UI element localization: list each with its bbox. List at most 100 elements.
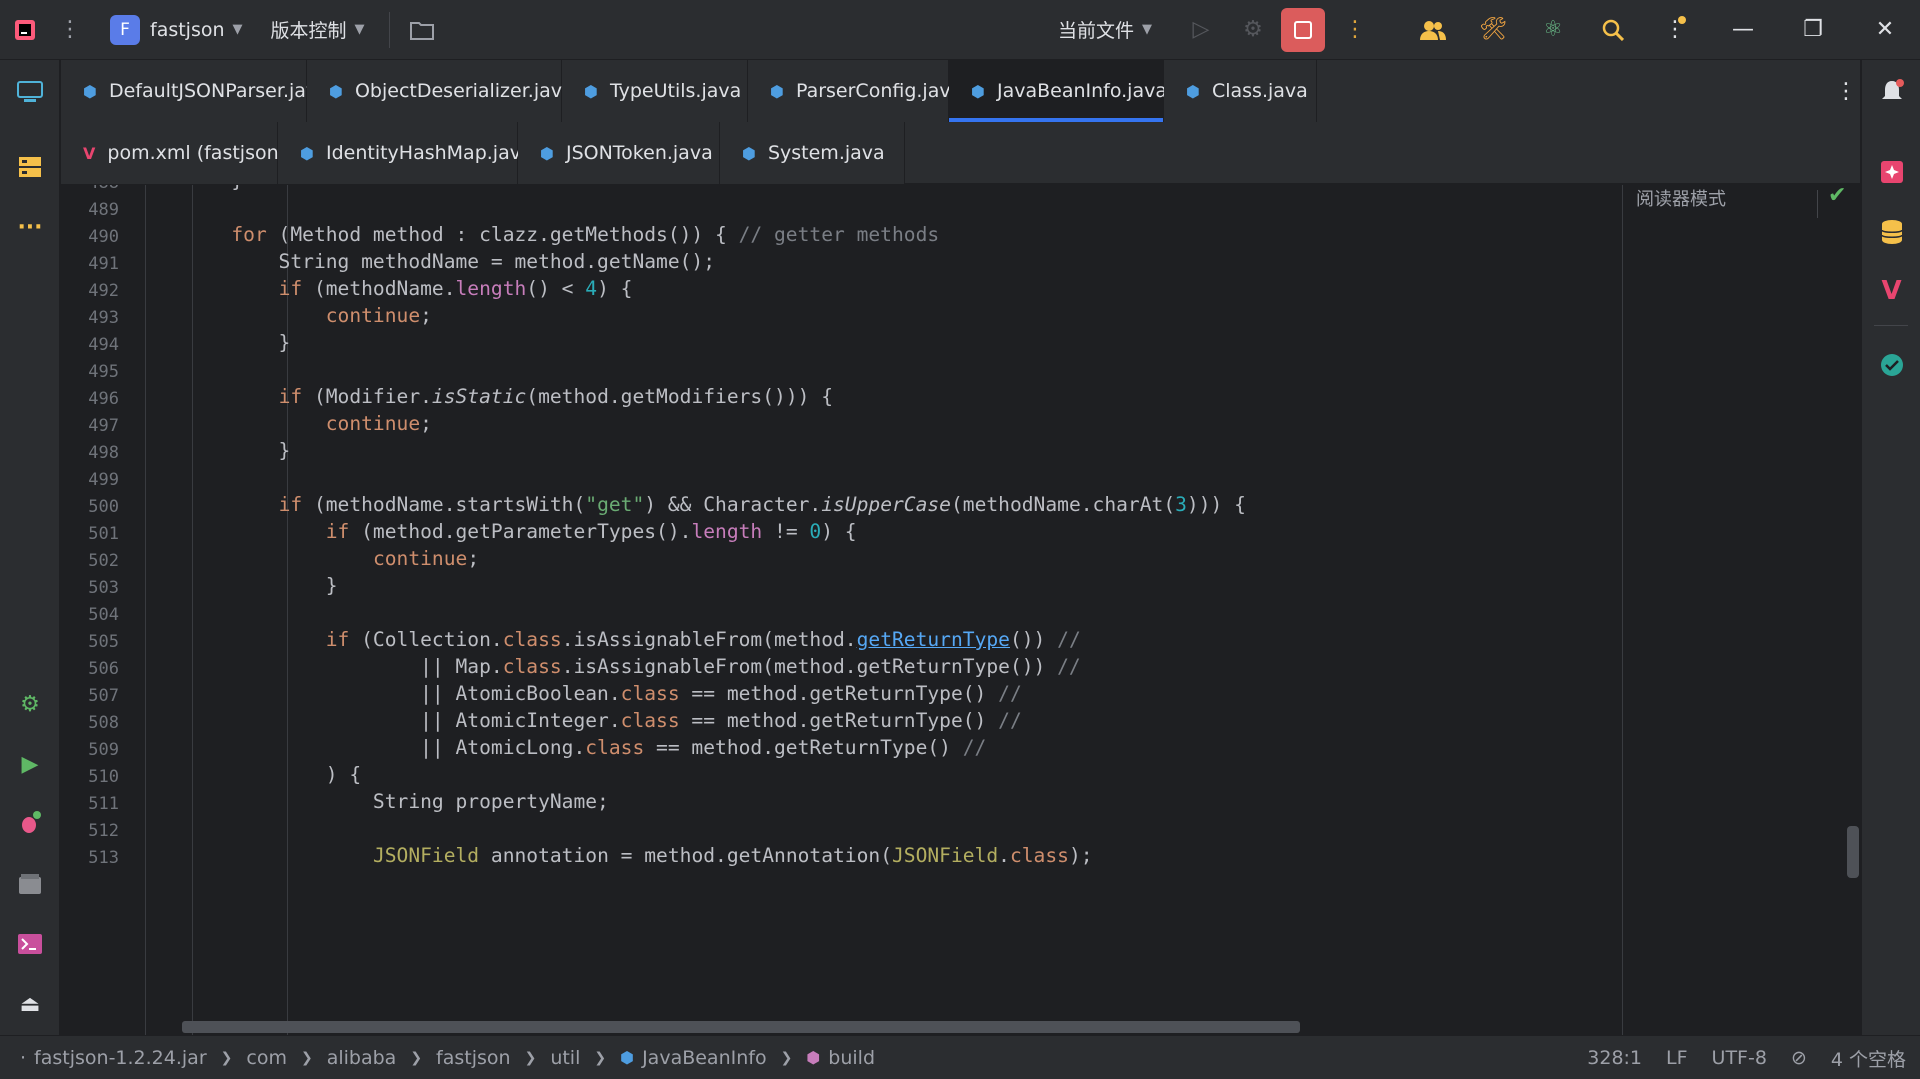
- horizontal-scrollbar[interactable]: [182, 1021, 1300, 1033]
- folder-icon[interactable]: [390, 0, 454, 60]
- indent-setting[interactable]: 4 个空格: [1831, 1045, 1906, 1072]
- chevron-right-icon: ❯: [524, 1049, 537, 1066]
- code-line[interactable]: if (Modifier.isStatic(method.getModifier…: [137, 385, 833, 408]
- bug-icon[interactable]: [0, 803, 60, 843]
- readonly-icon[interactable]: ⊘: [1791, 1047, 1807, 1069]
- class-icon: ⬢: [620, 1048, 635, 1067]
- divider: [1874, 325, 1908, 326]
- code-line[interactable]: || AtomicInteger.class == method.getRetu…: [137, 709, 1022, 732]
- run-icon[interactable]: ▷: [1174, 0, 1228, 60]
- tab-row-2: Vpom.xml (fastjson) ⬢ IdentityHashMap.java…: [61, 122, 905, 184]
- terminal-icon[interactable]: [0, 924, 60, 964]
- code-line[interactable]: }: [137, 574, 338, 597]
- breadcrumb-item[interactable]: alibaba: [327, 1047, 397, 1069]
- tab-label: JavaBeanInfo.java: [996, 80, 1167, 102]
- tab-row2-2[interactable]: ⬢ JSONToken.java: [518, 122, 720, 184]
- code-line[interactable]: ) {: [137, 763, 361, 786]
- code-editor[interactable]: 4884894904914924934944954964974984995005…: [61, 185, 1621, 1035]
- tab-label: TypeUtils.java: [609, 80, 742, 102]
- chevron-down-icon: ▼: [354, 22, 365, 37]
- more-icon[interactable]: ⋮: [1328, 0, 1382, 60]
- project-badge: F: [110, 14, 140, 45]
- vcs-menu[interactable]: 版本控制 ▼: [271, 0, 365, 60]
- tab-row1-1[interactable]: ⬢ ObjectDeserializer.java: [307, 60, 574, 122]
- code-line[interactable]: continue;: [137, 412, 432, 435]
- tab-row2-0[interactable]: Vpom.xml (fastjson): [61, 122, 286, 184]
- code-line[interactable]: if (Collection.class.isAssignableFrom(me…: [137, 628, 1081, 651]
- code-line[interactable]: String propertyName;: [137, 790, 609, 813]
- tab-label: ObjectDeserializer.java: [354, 80, 574, 102]
- breadcrumb-item[interactable]: fastjson: [436, 1047, 511, 1069]
- database-icon[interactable]: [1862, 212, 1920, 252]
- code-line[interactable]: }: [137, 185, 243, 192]
- code-area[interactable]: } for (Method method : clazz.getMethods(…: [61, 185, 1621, 1035]
- breadcrumb-item[interactable]: fastjson-1.2.24.jar: [34, 1047, 207, 1069]
- bell-icon[interactable]: [1862, 72, 1920, 112]
- build-tools-icon[interactable]: 🛠: [1466, 0, 1520, 60]
- stop-button[interactable]: [1281, 8, 1325, 52]
- code-line[interactable]: if (method.getParameterTypes().length !=…: [137, 520, 857, 543]
- tab-row1-0[interactable]: ⬢ DefaultJSONParser.java: [61, 60, 329, 122]
- tab-row2-3[interactable]: ⬢ System.java: [720, 122, 905, 184]
- search-icon[interactable]: [1586, 0, 1640, 60]
- tab-row1-2[interactable]: ⬢ TypeUtils.java: [562, 60, 748, 122]
- play-icon[interactable]: ▶: [0, 744, 60, 784]
- app-logo-icon[interactable]: [0, 0, 50, 60]
- people-icon[interactable]: [1406, 0, 1460, 60]
- structure-icon[interactable]: [0, 147, 60, 187]
- chevron-right-icon: ❯: [410, 1049, 423, 1066]
- vue-icon[interactable]: V: [1862, 271, 1920, 311]
- debug-icon[interactable]: ⚙: [1226, 0, 1280, 60]
- tabs-more-icon[interactable]: ⋮: [1831, 60, 1861, 122]
- code-line[interactable]: if (methodName.startsWith("get") && Char…: [137, 493, 1246, 516]
- file-encoding[interactable]: UTF-8: [1712, 1047, 1767, 1069]
- line-ending[interactable]: LF: [1666, 1047, 1688, 1069]
- breadcrumb-item[interactable]: JavaBeanInfo: [642, 1047, 767, 1069]
- code-line[interactable]: || Map.class.isAssignableFrom(method.get…: [137, 655, 1081, 678]
- atom-icon[interactable]: ⚛: [1526, 0, 1580, 60]
- code-line[interactable]: JSONField annotation = method.getAnnotat…: [137, 844, 1093, 867]
- tab-row2-1[interactable]: ⬢ IdentityHashMap.java: [278, 122, 533, 184]
- code-line[interactable]: continue;: [137, 547, 479, 570]
- java-class-icon: ⬢: [83, 81, 97, 101]
- more-tools-icon[interactable]: ···: [0, 207, 60, 247]
- method-icon: ⬢: [806, 1048, 821, 1067]
- gear-icon[interactable]: ⚙: [0, 684, 60, 724]
- code-line[interactable]: for (Method method : clazz.getMethods())…: [137, 223, 939, 246]
- cursor-position[interactable]: 328:1: [1587, 1047, 1642, 1069]
- status-bar: · fastjson-1.2.24.jar ❯ com ❯ alibaba ❯ fastjso…: [0, 1035, 1920, 1079]
- right-margin-line: [1622, 185, 1623, 1035]
- code-line[interactable]: String methodName = method.getName();: [137, 250, 715, 273]
- code-line[interactable]: }: [137, 331, 291, 354]
- tab-row1-5[interactable]: ⬢ Class.java: [1164, 60, 1317, 122]
- reader-mode-toggle[interactable]: 阅读器模式: [1636, 185, 1726, 211]
- kebab-menu-icon[interactable]: ⋮: [50, 0, 90, 60]
- run-config-selector[interactable]: 当前文件 ▼: [1058, 0, 1152, 60]
- ai-assistant-icon[interactable]: [1862, 152, 1920, 192]
- code-line[interactable]: || AtomicBoolean.class == method.getRetu…: [137, 682, 1022, 705]
- breadcrumb-item[interactable]: com: [246, 1047, 287, 1069]
- minimize-icon[interactable]: —: [1716, 0, 1770, 60]
- breadcrumb-item[interactable]: util: [550, 1047, 580, 1069]
- project-selector[interactable]: F fastjson ▼: [110, 0, 243, 60]
- checkmark-icon[interactable]: ✔: [1828, 183, 1846, 208]
- notification-icon[interactable]: ⏏: [0, 984, 60, 1024]
- package-icon[interactable]: [0, 864, 60, 904]
- restore-icon[interactable]: ❐: [1786, 0, 1840, 60]
- code-line[interactable]: if (methodName.length() < 4) {: [137, 277, 633, 300]
- code-line[interactable]: || AtomicLong.class == method.getReturnT…: [137, 736, 986, 759]
- check-circle-icon[interactable]: [1862, 345, 1920, 385]
- chevron-down-icon: ▼: [232, 22, 243, 37]
- close-icon[interactable]: ✕: [1858, 0, 1912, 60]
- vertical-scrollbar[interactable]: [1847, 826, 1859, 878]
- tab-row1-4[interactable]: ⬢JavaBeanInfo.java✕: [949, 60, 1196, 122]
- code-line[interactable]: }: [137, 439, 291, 462]
- java-class-icon: ⬢: [1186, 81, 1200, 101]
- monitor-icon[interactable]: [0, 72, 60, 112]
- settings-dot-icon[interactable]: ⋮: [1648, 0, 1702, 60]
- tab-row1-3[interactable]: ⬢ ParserConfig.java: [748, 60, 962, 122]
- code-line[interactable]: continue;: [137, 304, 432, 327]
- java-class-icon: ⬢: [742, 143, 756, 163]
- project-name: fastjson: [150, 18, 225, 41]
- breadcrumb-item[interactable]: build: [828, 1047, 875, 1069]
